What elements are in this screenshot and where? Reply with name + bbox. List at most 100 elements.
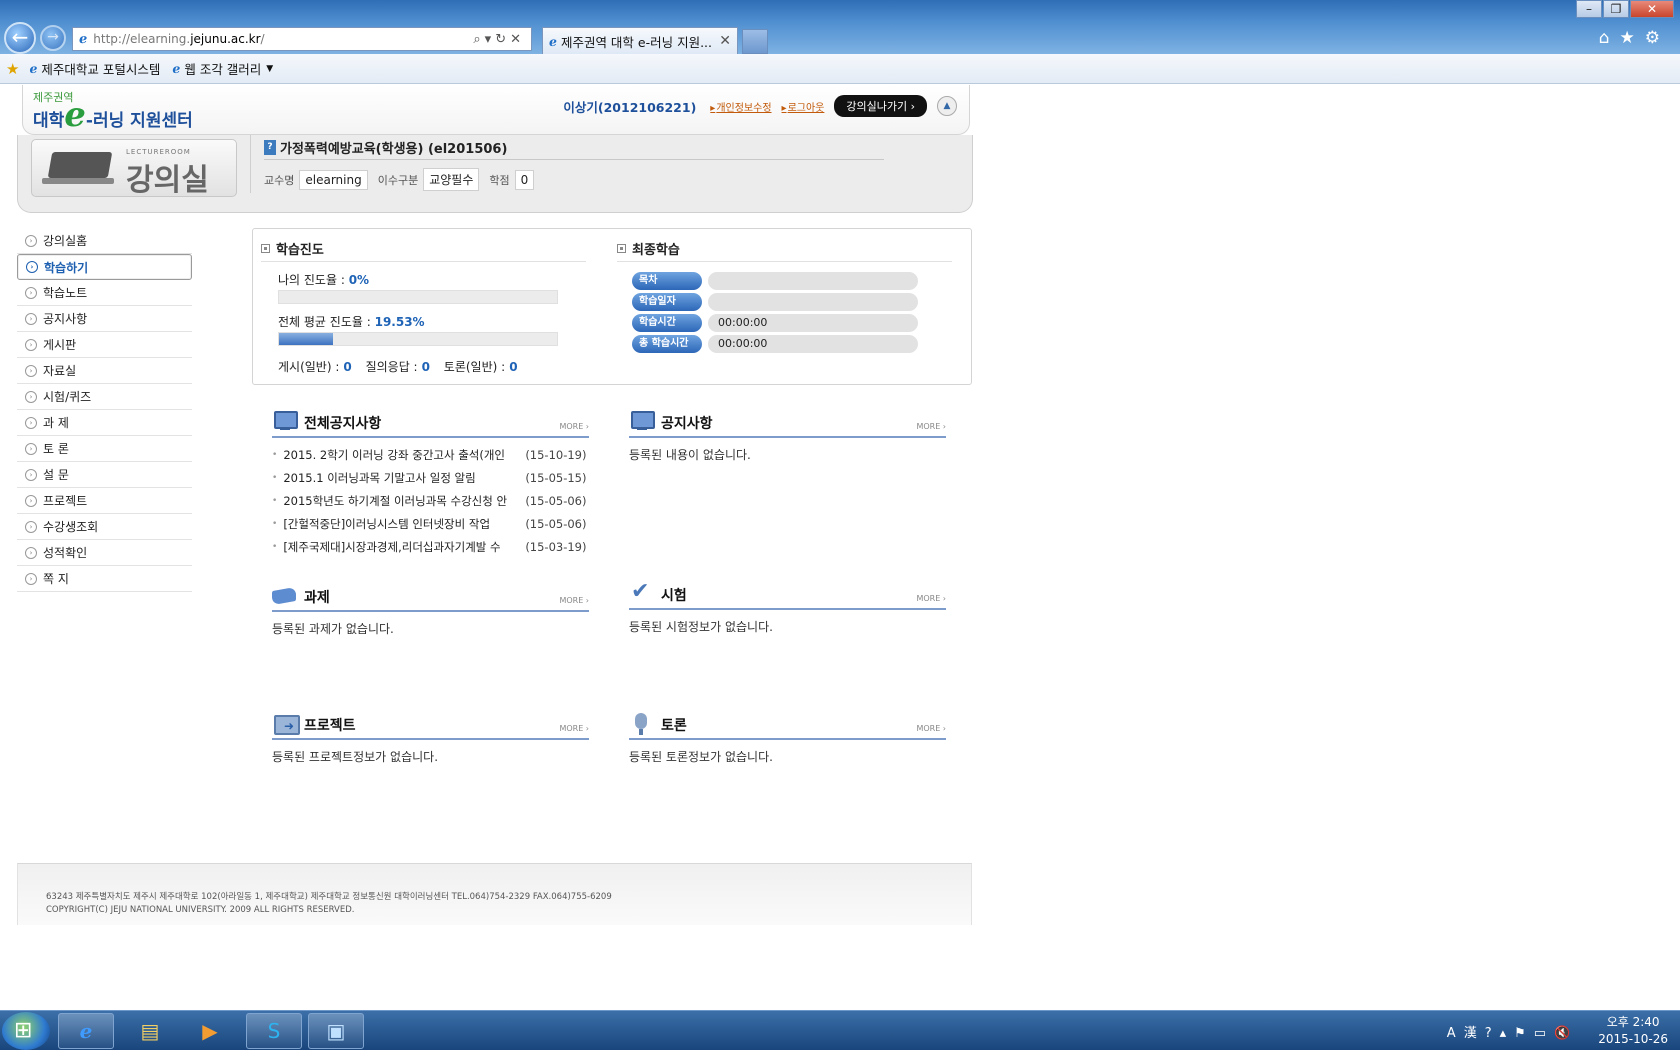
favorite-web-slice-gallery[interactable]: ℯ 웹 조각 갤러리 ▼ — [172, 59, 273, 78]
last-study-label: 학습시간 — [632, 314, 702, 332]
meta-professor: elearning — [299, 169, 368, 190]
chevron-right-icon: › — [25, 390, 37, 403]
home-favorites-tools-icons[interactable]: ⌂★⚙ — [1599, 28, 1670, 48]
notice-list: 2015. 2학기 이러닝 강좌 중간고사 출석(개인(15-10-19)201… — [272, 438, 589, 558]
board-counts: 게시(일반) :0 질의응답 :0 토론(일반) :0 — [278, 358, 528, 375]
notice-board: 공지사항 MORE 등록된 내용이 없습니다. — [629, 408, 946, 463]
more-link[interactable]: MORE — [559, 724, 589, 733]
tray-icons[interactable]: A漢?▴⚑▭🔇 — [1447, 1022, 1578, 1041]
exit-lecture-room-button[interactable]: 강의실나가기 › — [834, 95, 927, 117]
address-tools-icons[interactable]: ⌕▾↻✕ — [473, 32, 525, 47]
sidebar-item[interactable]: › 게시판 — [17, 332, 192, 358]
tab-close-icon[interactable]: ✕ — [719, 33, 731, 49]
last-study-label: 목차 — [632, 272, 702, 290]
more-link[interactable]: MORE — [559, 596, 589, 605]
sidebar-item[interactable]: › 설 문 — [17, 462, 192, 488]
notice-title: 2015.1 이러닝과목 기말고사 일정 알림 — [283, 470, 476, 485]
meta-label: 이수구분 — [377, 173, 419, 187]
list-item[interactable]: 2015.1 이러닝과목 기말고사 일정 알림 (15-05-15) — [272, 466, 589, 489]
book-icon — [272, 583, 298, 607]
notice-title: [간헐적중단]이러닝시스템 인터넷장비 작업 — [283, 516, 491, 531]
logout-link[interactable]: 로그아웃 — [782, 99, 825, 114]
course-marker-icon: ? — [264, 140, 276, 155]
taskbar-skype-icon[interactable]: S — [246, 1013, 302, 1049]
sidebar-item[interactable]: › 프로젝트 — [17, 488, 192, 514]
discussion-board: 토론 MORE 등록된 토론정보가 없습니다. — [629, 710, 946, 765]
exam-board: 시험 MORE 등록된 시험정보가 없습니다. — [629, 579, 946, 635]
chevron-right-icon: › — [25, 442, 37, 455]
edit-profile-link[interactable]: 개인정보수정 — [710, 99, 771, 114]
forward-button[interactable]: → — [40, 25, 66, 51]
more-link[interactable]: MORE — [916, 422, 946, 431]
more-link[interactable]: MORE — [916, 724, 946, 733]
taskbar-media-player-icon[interactable]: ▶ — [182, 1013, 238, 1049]
logo-post: -러닝 지원센터 — [85, 111, 193, 131]
clock[interactable]: 오후 2:40 2015-10-26 — [1598, 1014, 1668, 1048]
avg-progress-label: 전체 평균 진도율 : 19.53% — [278, 313, 425, 330]
lecture-header: LECTUREROOM 강의실 ? 가정폭력예방교육(학생용) (el20150… — [17, 135, 973, 213]
sidebar-item[interactable]: › 공지사항 — [17, 306, 192, 332]
sidebar-item-label: 수강생조회 — [43, 520, 99, 534]
close-window-button[interactable]: ✕ — [1630, 0, 1674, 18]
minimize-button[interactable]: – — [1576, 0, 1602, 18]
checkmark-icon — [629, 579, 655, 605]
sidebar-item[interactable]: › 학습하기 — [17, 254, 192, 280]
divider — [264, 159, 884, 160]
chevron-right-icon: › — [25, 416, 37, 429]
chevron-right-icon: › — [25, 338, 37, 351]
progress-panel: 학습진도 최종학습 나의 진도율 : 0% 전체 평균 진도율 : 19.53%… — [252, 228, 972, 385]
more-link[interactable]: MORE — [559, 422, 589, 431]
chevron-down-icon[interactable]: ▼ — [266, 64, 273, 74]
progress-heading-text: 학습진도 — [276, 243, 324, 258]
sidebar-item[interactable]: › 과 제 — [17, 410, 192, 436]
list-item[interactable]: [간헐적중단]이러닝시스템 인터넷장비 작업 (15-05-06) — [272, 512, 589, 535]
back-button[interactable]: ← — [4, 22, 36, 54]
taskbar-photo-viewer-icon[interactable]: ▣ — [308, 1013, 364, 1049]
logo-e: e — [64, 95, 86, 135]
ie-tab-icon: ℯ — [549, 33, 557, 49]
sidebar-item[interactable]: › 학습노트 — [17, 280, 192, 306]
last-study-value: 00:00:00 — [708, 335, 918, 353]
sidebar-item[interactable]: › 시험/퀴즈 — [17, 384, 192, 410]
laptop-base — [42, 178, 114, 184]
board-header: 토론 MORE — [629, 710, 946, 740]
url-suffix: / — [260, 32, 265, 46]
more-link[interactable]: MORE — [916, 594, 946, 603]
sidebar-item-label: 설 문 — [43, 468, 69, 482]
favorites-star-icon[interactable]: ★ — [6, 60, 19, 78]
sidebar-item[interactable]: › 자료실 — [17, 358, 192, 384]
site-logo[interactable]: 제주권역 대학e-러닝 지원센터 — [33, 89, 193, 132]
taskbar-explorer-icon[interactable]: ▤ — [122, 1013, 178, 1049]
sidebar-item[interactable]: › 성적확인 — [17, 540, 192, 566]
taskbar: e ▤ ▶ S ▣ A漢?▴⚑▭🔇 오후 2:40 2015-10-26 — [0, 1010, 1680, 1050]
last-study-value: 00:00:00 — [708, 314, 918, 332]
meta-category: 교양필수 — [423, 168, 480, 191]
sidebar-item[interactable]: › 토 론 — [17, 436, 192, 462]
address-bar[interactable]: ℯ http://elearning. jejunu.ac.kr / ⌕▾↻✕ — [72, 27, 532, 51]
board-header: 프로젝트 MORE — [272, 710, 589, 740]
sidebar-item[interactable]: › 강의실홈 — [17, 228, 192, 254]
notice-title: 2015학년도 하기계절 이러닝과목 수강신청 안 — [283, 493, 508, 508]
scroll-up-icon[interactable]: ▲ — [937, 96, 957, 116]
maximize-button[interactable]: ❐ — [1603, 0, 1629, 18]
tab-title: 제주권역 대학 e-러닝 지원... — [560, 34, 712, 50]
favorite-portal[interactable]: ℯ 제주대학교 포털시스템 — [29, 59, 160, 78]
last-study-heading-text: 최종학습 — [632, 243, 680, 258]
system-tray: A漢?▴⚑▭🔇 오후 2:40 2015-10-26 — [1447, 1011, 1668, 1050]
list-item[interactable]: 2015. 2학기 이러닝 강좌 중간고사 출석(개인 (15-10-19) — [272, 443, 589, 466]
notice-date: (15-05-06) — [525, 516, 587, 531]
list-item[interactable]: 2015학년도 하기계절 이러닝과목 수강신청 안 (15-05-06) — [272, 489, 589, 512]
chevron-right-icon: › — [25, 520, 37, 533]
list-item[interactable]: [제주국제대]시장과경제,리더십과자기계발 수 (15-03-19) — [272, 535, 589, 558]
sidebar-item[interactable]: › 쪽 지 — [17, 566, 192, 592]
start-button[interactable] — [2, 1012, 50, 1050]
sidebar-item[interactable]: › 수강생조회 — [17, 514, 192, 540]
sidebar-item-label: 자료실 — [43, 364, 77, 378]
tab-active[interactable]: ℯ 제주권역 대학 e-러닝 지원... ✕ — [542, 27, 738, 54]
last-study-row: 목차 — [632, 272, 918, 290]
progress-heading: 학습진도 — [261, 239, 324, 258]
new-tab-button[interactable] — [742, 29, 768, 54]
taskbar-ie-icon[interactable]: e — [58, 1013, 114, 1049]
notice-date: (15-05-06) — [525, 493, 587, 508]
avg-progress-value: 19.53% — [374, 315, 425, 329]
